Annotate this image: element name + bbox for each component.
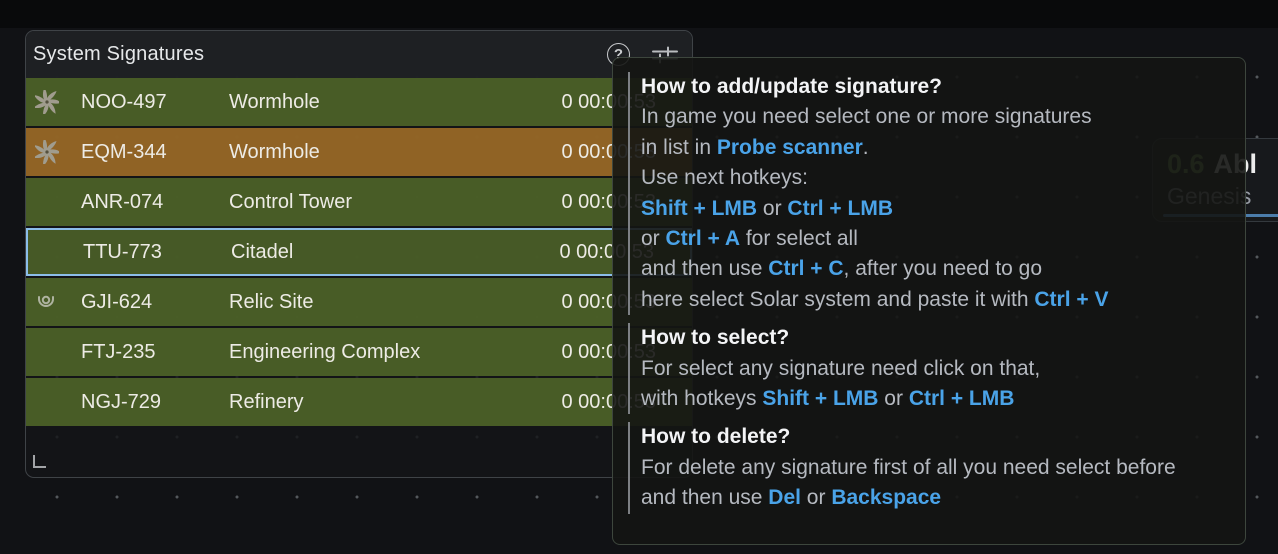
hotkey-highlight: Ctrl + LMB [909,387,1015,410]
sig-type-cell: Wormhole [229,91,561,114]
top-bar [0,0,1278,28]
hotkey-highlight: Ctrl + C [768,257,843,280]
sig-id-cell: NOO-497 [81,91,229,114]
hotkey-highlight: Del [768,486,801,509]
section-line: In game you need select one or more sign… [641,102,1229,132]
section-line: in list in Probe scanner. [641,133,1229,163]
section-text: or [641,227,666,250]
sig-type-cell: Wormhole [229,141,561,164]
section-line: with hotkeys Shift + LMB or Ctrl + LMB [641,384,1229,414]
sig-type-cell: Refinery [229,391,561,414]
section-text: here select Solar system and paste it wi… [641,288,1034,311]
signature-row[interactable]: GJI-624Relic Site0 00:00:53 [26,278,692,326]
section-text: , after you need to go [844,257,1042,280]
signature-row[interactable]: NOO-497Wormhole0 00:00:53 [26,78,692,126]
section-text: For delete any signature first of all yo… [641,456,1176,479]
section-line: or Ctrl + A for select all [641,224,1229,254]
sig-id-cell: GJI-624 [81,291,229,314]
tooltip-section: How to delete? For delete any signature f… [628,422,1229,513]
section-line: Use next hotkeys: [641,163,1229,193]
sig-id-cell: NGJ-729 [81,391,229,414]
signature-row[interactable]: NGJ-729Refinery0 00:00:53 [26,378,692,426]
wormhole-icon [26,90,81,114]
sig-id-cell: TTU-773 [83,241,231,264]
relic-site-icon [26,291,81,313]
section-heading: How to delete? [641,422,1229,452]
help-tooltip: How to add/update signature? In game you … [612,57,1246,545]
sig-id-cell: ANR-074 [81,191,229,214]
section-text: in list in [641,136,717,159]
signatures-panel: System Signatures ? NOO-497Wormhole0 00:… [25,30,693,478]
sig-type-cell: Engineering Complex [229,341,561,364]
wormhole-icon [26,140,81,164]
hotkey-highlight: Backspace [831,486,941,509]
section-line: and then use Del or Backspace [641,483,1229,513]
hotkey-highlight: Ctrl + V [1034,288,1108,311]
section-text: and then use [641,486,768,509]
hotkey-highlight: Shift + LMB [641,197,757,220]
section-line: and then use Ctrl + C, after you need to… [641,254,1229,284]
section-text: . [863,136,869,159]
section-heading: How to select? [641,323,1229,353]
section-text: and then use [641,257,768,280]
signatures-table: NOO-497Wormhole0 00:00:53EQM-344Wormhole… [26,78,692,426]
section-text: or [757,197,787,220]
section-line: Shift + LMB or Ctrl + LMB [641,194,1229,224]
hotkey-highlight: Ctrl + A [666,227,740,250]
sig-id-cell: EQM-344 [81,141,229,164]
signature-row[interactable]: ANR-074Control Tower0 00:00:53 [26,178,692,226]
hotkey-highlight: Ctrl + LMB [787,197,893,220]
section-text: In game you need select one or more sign… [641,105,1092,128]
sig-type-cell: Relic Site [229,291,561,314]
signature-row[interactable]: TTU-773Citadel0 00:00:53 [26,228,692,276]
panel-header: System Signatures ? [26,31,692,78]
section-line: For delete any signature first of all yo… [641,453,1229,483]
signature-row[interactable]: EQM-344Wormhole0 00:00:53 [26,128,692,176]
section-text: or [801,486,831,509]
tooltip-section: How to select? For select any signature n… [628,323,1229,414]
section-text: with hotkeys [641,387,762,410]
section-text: For select any signature need click on t… [641,357,1040,380]
sig-type-cell: Citadel [231,241,559,264]
panel-title: System Signatures [33,43,204,66]
signature-row[interactable]: FTJ-235Engineering Complex0 00:00:53 [26,328,692,376]
section-heading: How to add/update signature? [641,72,1229,102]
hotkey-highlight: Probe scanner [717,136,863,159]
tooltip-section: How to add/update signature? In game you … [628,72,1229,315]
page-background: { "signatures_panel": { "title": "System… [0,0,1278,554]
sig-type-cell: Control Tower [229,191,561,214]
section-text: Use next hotkeys: [641,166,808,189]
section-line: For select any signature need click on t… [641,354,1229,384]
section-line: here select Solar system and paste it wi… [641,285,1229,315]
section-text: or [878,387,908,410]
hotkey-highlight: Shift + LMB [762,387,878,410]
sig-id-cell: FTJ-235 [81,341,229,364]
panel-resize-handle[interactable] [33,455,46,468]
section-text: for select all [740,227,858,250]
